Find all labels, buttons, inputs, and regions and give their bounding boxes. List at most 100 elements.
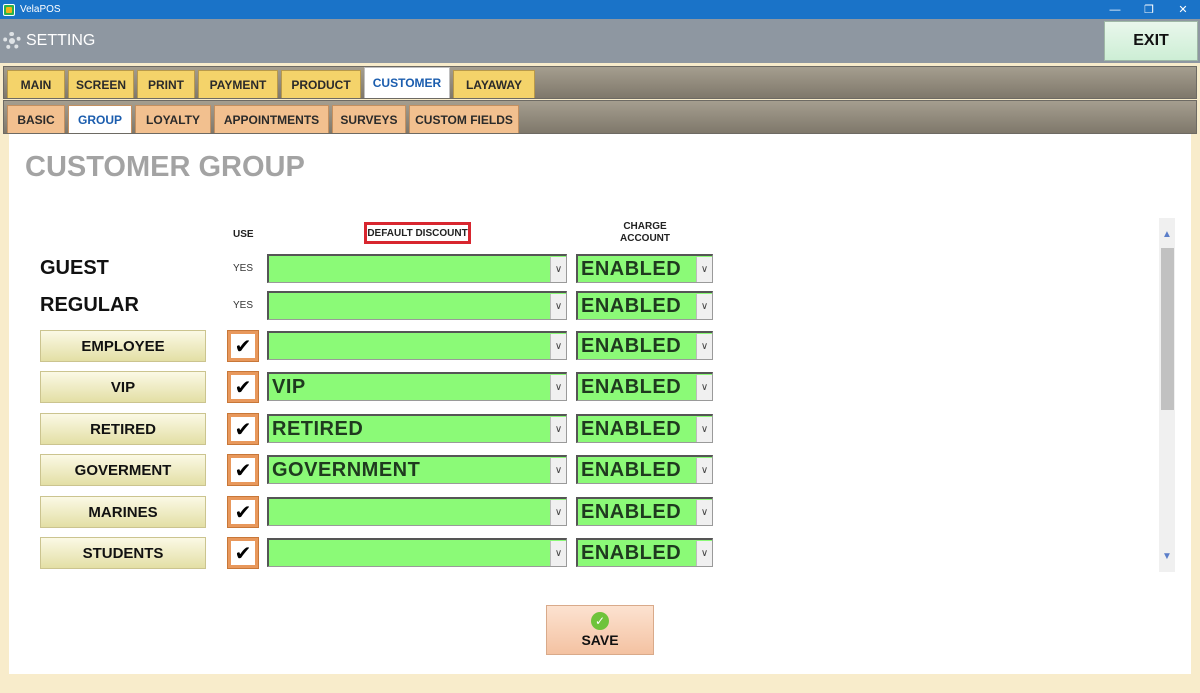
app-icon (3, 3, 15, 16)
chevron-down-icon[interactable]: ∨ (696, 457, 712, 483)
checkmark-icon: ✔ (231, 334, 255, 358)
group-row: VIP ✔ VIP ∨ ENABLED ∨ (9, 370, 729, 404)
content-panel: CUSTOMER GROUP USE DEFAULT DISCOUNT CHAR… (9, 134, 1191, 674)
settings-header: SETTING EXIT (0, 19, 1200, 63)
title-bar: VelaPOS — ❐ ✕ (0, 0, 1200, 19)
group-row: REGULAR YES ∨ ENABLED ∨ (9, 289, 729, 323)
subtab-basic[interactable]: BASIC (7, 105, 65, 133)
checkmark-icon: ✔ (231, 500, 255, 524)
default-discount-select[interactable]: GOVERNMENT ∨ (267, 455, 567, 484)
minimize-button[interactable]: — (1098, 0, 1132, 19)
charge-account-select-value: ENABLED (581, 417, 682, 440)
use-checkbox[interactable]: ✔ (227, 496, 259, 528)
subtab-appointments[interactable]: APPOINTMENTS (214, 105, 329, 133)
charge-account-select[interactable]: ENABLED ∨ (576, 414, 713, 443)
default-discount-select[interactable]: ∨ (267, 538, 567, 567)
tab-main[interactable]: MAIN (7, 70, 65, 98)
charge-account-select-value: ENABLED (581, 500, 682, 523)
chevron-down-icon[interactable]: ∨ (696, 540, 712, 566)
chevron-down-icon[interactable]: ∨ (696, 256, 712, 282)
window-controls: — ❐ ✕ (1098, 0, 1200, 19)
default-discount-select[interactable]: ∨ (267, 291, 567, 320)
subtab-loyalty[interactable]: LOYALTY (135, 105, 211, 133)
checkmark-icon: ✔ (231, 417, 255, 441)
group-row: RETIRED ✔ RETIRED ∨ ENABLED ∨ (9, 412, 729, 446)
sub-tab-bar: BASIC GROUP LOYALTY APPOINTMENTS SURVEYS… (3, 100, 1197, 134)
charge-account-select[interactable]: ENABLED ∨ (576, 497, 713, 526)
use-checkbox[interactable]: ✔ (227, 454, 259, 486)
charge-account-select-value: ENABLED (581, 257, 682, 280)
group-name-label: GUEST (40, 257, 109, 279)
default-discount-select[interactable]: ∨ (267, 254, 567, 283)
chevron-down-icon[interactable]: ∨ (696, 293, 712, 319)
chevron-down-icon[interactable]: ∨ (696, 416, 712, 442)
tab-payment[interactable]: PAYMENT (198, 70, 278, 98)
use-checkbox[interactable]: ✔ (227, 413, 259, 445)
gear-icon (3, 32, 21, 50)
charge-account-select[interactable]: ENABLED ∨ (576, 254, 713, 283)
default-discount-select[interactable]: ∨ (267, 331, 567, 360)
vertical-scrollbar[interactable]: ▲ ▼ (1159, 218, 1175, 572)
default-discount-label: DEFAULT DISCOUNT (367, 227, 468, 239)
column-header-default-discount: DEFAULT DISCOUNT (364, 222, 471, 244)
group-name-button[interactable]: EMPLOYEE (40, 330, 206, 362)
scroll-down-arrow-icon[interactable]: ▼ (1159, 548, 1175, 564)
default-discount-select[interactable]: VIP ∨ (267, 372, 567, 401)
chevron-down-icon[interactable]: ∨ (696, 374, 712, 400)
scroll-up-arrow-icon[interactable]: ▲ (1159, 226, 1175, 242)
subtab-custom-fields[interactable]: CUSTOM FIELDS (409, 105, 519, 133)
group-row: EMPLOYEE ✔ ∨ ENABLED ∨ (9, 329, 729, 363)
subtab-surveys[interactable]: SURVEYS (332, 105, 406, 133)
charge-account-select[interactable]: ENABLED ∨ (576, 538, 713, 567)
default-discount-select[interactable]: RETIRED ∨ (267, 414, 567, 443)
use-checkbox[interactable]: ✔ (227, 371, 259, 403)
main-tab-bar: MAIN SCREEN PRINT PAYMENT PRODUCT CUSTOM… (3, 66, 1197, 99)
default-discount-select[interactable]: ∨ (267, 497, 567, 526)
window-title: VelaPOS (20, 4, 61, 15)
scroll-thumb[interactable] (1161, 248, 1174, 410)
default-discount-select-value: GOVERNMENT (272, 458, 421, 481)
group-name-button[interactable]: STUDENTS (40, 537, 206, 569)
exit-button[interactable]: EXIT (1104, 21, 1198, 61)
restore-button[interactable]: ❐ (1132, 0, 1166, 19)
use-checkbox[interactable]: ✔ (227, 537, 259, 569)
group-name-button[interactable]: VIP (40, 371, 206, 403)
chevron-down-icon[interactable]: ∨ (550, 256, 566, 282)
checkmark-icon: ✔ (231, 458, 255, 482)
chevron-down-icon[interactable]: ∨ (550, 416, 566, 442)
chevron-down-icon[interactable]: ∨ (550, 540, 566, 566)
charge-account-select-value: ENABLED (581, 541, 682, 564)
tab-screen[interactable]: SCREEN (68, 70, 134, 98)
save-button[interactable]: ✓ SAVE (546, 605, 654, 655)
group-name-label: REGULAR (40, 294, 139, 316)
charge-account-select-value: ENABLED (581, 334, 682, 357)
default-discount-select-value: RETIRED (272, 417, 364, 440)
checkmark-icon: ✔ (231, 541, 255, 565)
chevron-down-icon[interactable]: ∨ (550, 293, 566, 319)
header-title: SETTING (26, 32, 96, 49)
group-name-button[interactable]: GOVERMENT (40, 454, 206, 486)
charge-account-select[interactable]: ENABLED ∨ (576, 291, 713, 320)
chevron-down-icon[interactable]: ∨ (550, 333, 566, 359)
use-checkbox[interactable]: ✔ (227, 330, 259, 362)
group-row: MARINES ✔ ∨ ENABLED ∨ (9, 495, 729, 529)
subtab-group[interactable]: GROUP (68, 105, 132, 133)
tab-product[interactable]: PRODUCT (281, 70, 361, 98)
chevron-down-icon[interactable]: ∨ (696, 499, 712, 525)
tab-customer[interactable]: CUSTOMER (364, 67, 450, 98)
use-value: YES (233, 263, 254, 274)
charge-account-select[interactable]: ENABLED ∨ (576, 372, 713, 401)
group-row: STUDENTS ✔ ∨ ENABLED ∨ (9, 536, 729, 570)
chevron-down-icon[interactable]: ∨ (550, 457, 566, 483)
charge-account-select[interactable]: ENABLED ∨ (576, 331, 713, 360)
chevron-down-icon[interactable]: ∨ (696, 333, 712, 359)
group-name-button[interactable]: RETIRED (40, 413, 206, 445)
group-name-button[interactable]: MARINES (40, 496, 206, 528)
chevron-down-icon[interactable]: ∨ (550, 374, 566, 400)
group-row: GOVERMENT ✔ GOVERNMENT ∨ ENABLED ∨ (9, 453, 729, 487)
close-button[interactable]: ✕ (1166, 0, 1200, 19)
chevron-down-icon[interactable]: ∨ (550, 499, 566, 525)
tab-layaway[interactable]: LAYAWAY (453, 70, 535, 98)
tab-print[interactable]: PRINT (137, 70, 195, 98)
charge-account-select[interactable]: ENABLED ∨ (576, 455, 713, 484)
